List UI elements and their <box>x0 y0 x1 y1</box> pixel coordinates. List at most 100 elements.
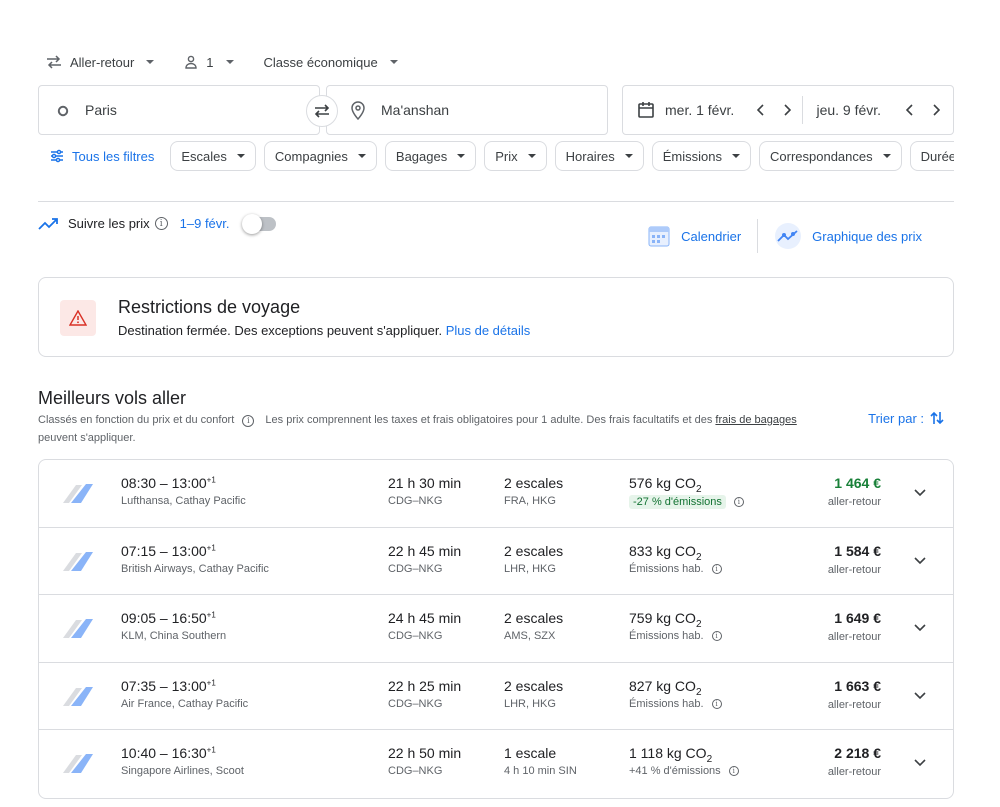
location-pin-icon <box>351 101 365 120</box>
flight-times: 07:35 – 13:00+1 <box>121 677 216 694</box>
view-actions: Calendrier Graphique des prix <box>631 219 938 253</box>
flight-row[interactable]: 07:35 – 13:00+1 Air France, Cathay Pacif… <box>39 663 953 730</box>
flight-duration: 22 h 25 min <box>388 677 462 694</box>
caret-down-icon <box>146 60 155 64</box>
info-icon[interactable]: i <box>711 631 722 641</box>
filters-bar: Tous les filtres Escales Compagnies Baga… <box>38 141 954 171</box>
chevron-right-icon <box>933 104 941 116</box>
info-icon[interactable]: i <box>728 766 739 776</box>
price: 1 663 € <box>834 677 881 694</box>
flight-duration: 24 h 45 min <box>388 610 462 626</box>
caret-down-icon <box>882 154 891 158</box>
flight-row[interactable]: 08:30 – 13:00+1 Lufthansa, Cathay Pacifi… <box>39 460 953 528</box>
co2-subscript: 2 <box>695 686 702 698</box>
toggle-knob <box>241 213 262 234</box>
expand-button[interactable] <box>911 552 929 570</box>
emissions-note: Émissions hab. i <box>629 630 722 642</box>
info-icon[interactable]: i <box>733 497 744 507</box>
sort-button[interactable]: Trier par : <box>868 410 944 426</box>
filter-chip-stops[interactable]: Escales <box>170 141 256 171</box>
chip-label: Horaires <box>565 148 615 164</box>
info-icon[interactable]: i <box>154 217 168 230</box>
filter-chip-emissions[interactable]: Émissions <box>651 141 751 171</box>
destination-input[interactable]: Ma'anshan <box>326 85 608 135</box>
expand-button[interactable] <box>911 619 929 637</box>
baggage-fees-link[interactable]: frais de bagages <box>715 414 796 426</box>
filter-chip-airlines[interactable]: Compagnies <box>263 141 377 171</box>
flight-row[interactable]: 07:15 – 13:00+1 British Airways, Cathay … <box>39 528 953 595</box>
flight-times: 08:30 – 13:00+1 <box>121 475 216 491</box>
airlines: Lufthansa, Cathay Pacific <box>121 495 246 507</box>
trip-type-select[interactable]: Aller-retour <box>46 55 155 70</box>
caret-down-icon <box>357 154 366 158</box>
info-icon[interactable]: i <box>242 415 255 427</box>
airline-logo-icon <box>63 619 93 638</box>
info-icon[interactable]: i <box>711 563 722 574</box>
prev-return-date-button[interactable] <box>901 101 919 119</box>
calendar-label: Calendrier <box>681 228 742 244</box>
stops-count: 2 escales <box>504 677 564 694</box>
all-filters-button[interactable]: Tous les filtres <box>50 149 154 164</box>
expand-button[interactable] <box>911 484 929 502</box>
restrictions-title: Restrictions de voyage <box>118 297 301 317</box>
return-date-field[interactable]: jeu. 9 févr. <box>803 86 953 134</box>
stops-count: 1 escale <box>504 745 557 761</box>
flight-duration: 21 h 30 min <box>388 475 462 491</box>
return-date-value: jeu. 9 févr. <box>816 102 882 118</box>
co2-emissions: 1 118 kg CO2 <box>629 745 712 765</box>
expand-button[interactable] <box>911 754 929 772</box>
depart-date-field[interactable]: mer. 1 févr. <box>623 86 802 134</box>
person-icon <box>185 55 197 69</box>
price-graph-button[interactable]: Graphique des prix <box>758 222 938 250</box>
price-type: aller-retour <box>827 766 881 778</box>
info-icon[interactable]: i <box>711 698 722 709</box>
chevron-left-icon <box>757 104 764 116</box>
caret-down-icon <box>389 60 398 64</box>
price-note-end: peuvent s'appliquer. <box>38 432 136 444</box>
next-date-button[interactable] <box>778 101 796 119</box>
next-return-date-button[interactable] <box>927 101 945 119</box>
filter-chip-duration[interactable]: Durée <box>909 141 954 171</box>
stop-airports: AMS, SZX <box>504 630 556 642</box>
co2-subscript: 2 <box>695 483 702 495</box>
prev-date-button[interactable] <box>752 101 770 119</box>
warning-icon <box>69 310 87 326</box>
track-prices-toggle[interactable] <box>241 213 276 234</box>
restrictions-text: Destination fermée. Des exceptions peuve… <box>118 323 443 338</box>
emissions-text: -27 % d'émissions <box>629 495 726 509</box>
sliders-icon <box>51 149 63 163</box>
swap-button[interactable] <box>306 95 338 127</box>
best-flights-subtitle: Classés en fonction du prix et du confor… <box>38 411 838 447</box>
depart-date-value: mer. 1 févr. <box>665 102 735 118</box>
filter-chip-bags[interactable]: Bagages <box>384 141 477 171</box>
travel-restrictions-card: Restrictions de voyage Destination fermé… <box>38 277 954 357</box>
stop-airports: LHR, HKG <box>504 562 556 575</box>
flight-row[interactable]: 10:40 – 16:30+1 Singapore Airlines, Scoo… <box>39 730 953 798</box>
flight-times: 10:40 – 16:30+1 <box>121 745 216 761</box>
filter-chip-price[interactable]: Prix <box>484 141 547 171</box>
chevron-left-icon <box>906 104 913 116</box>
filter-chip-connections[interactable]: Correspondances <box>759 141 902 171</box>
emissions-note: Émissions hab. i <box>629 698 722 710</box>
co2-emissions: 827 kg CO2 <box>629 678 702 698</box>
flight-route: CDG–NKG <box>388 562 443 575</box>
track-prices-label: Suivre les prix <box>68 216 150 231</box>
origin-value: Paris <box>85 102 117 118</box>
chevron-down-icon <box>914 691 926 699</box>
trending-up-icon <box>38 217 58 230</box>
expand-button[interactable] <box>911 687 929 705</box>
co2-emissions: 833 kg CO2 <box>629 543 702 563</box>
calendar-button[interactable]: Calendrier <box>631 224 757 248</box>
flight-row[interactable]: 09:05 – 16:50+1 KLM, China Southern 24 h… <box>39 595 953 663</box>
cabin-select[interactable]: Classe économique <box>264 55 398 70</box>
stop-airports: 4 h 10 min SIN <box>504 765 577 777</box>
passengers-select[interactable]: 1 <box>184 55 234 70</box>
caret-down-icon <box>527 154 536 158</box>
co2-subscript: 2 <box>695 551 702 563</box>
origin-input[interactable]: Paris <box>38 85 320 135</box>
price: 1 584 € <box>834 542 881 559</box>
more-details-link[interactable]: Plus de détails <box>446 323 531 338</box>
price: 2 218 € <box>834 745 881 761</box>
price-note: Les prix comprennent les taxes et frais … <box>265 414 713 426</box>
filter-chip-times[interactable]: Horaires <box>554 141 644 171</box>
